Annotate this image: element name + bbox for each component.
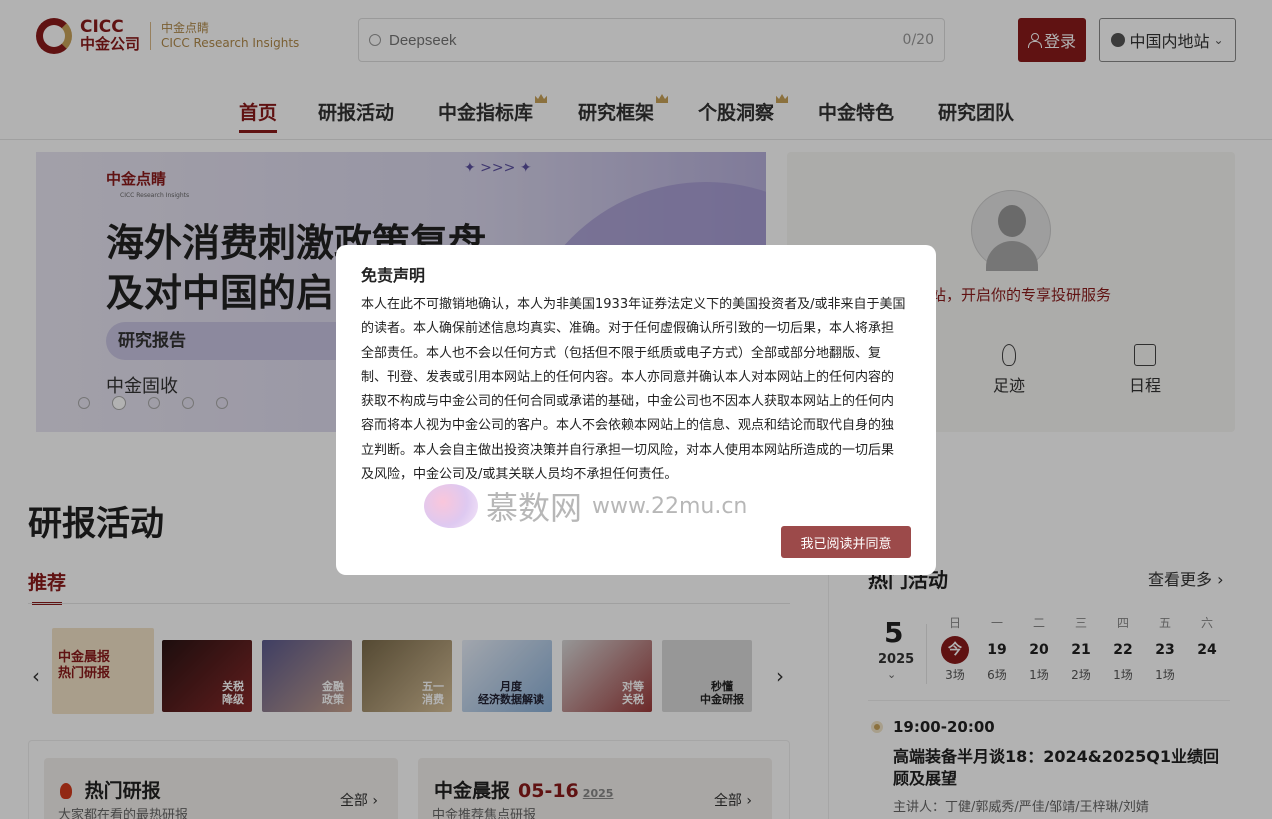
modal-body: 本人在此不可撤销地确认，本人为非美国1933年证券法定义下的美国投资者及/或非来… (361, 297, 906, 483)
disclaimer-modal: 免责声明 本人在此不可撤销地确认，本人为非美国1933年证券法定义下的美国投资者… (336, 245, 936, 575)
watermark-url: www.22mu.cn (592, 493, 748, 519)
modal-title: 免责声明 (361, 266, 426, 285)
agree-button[interactable]: 我已阅读并同意 (781, 526, 911, 558)
watermark-cn: 慕数网 (486, 489, 583, 527)
watermark-logo-icon (424, 484, 478, 528)
watermark: 慕数网 www.22mu.cn (424, 483, 747, 529)
